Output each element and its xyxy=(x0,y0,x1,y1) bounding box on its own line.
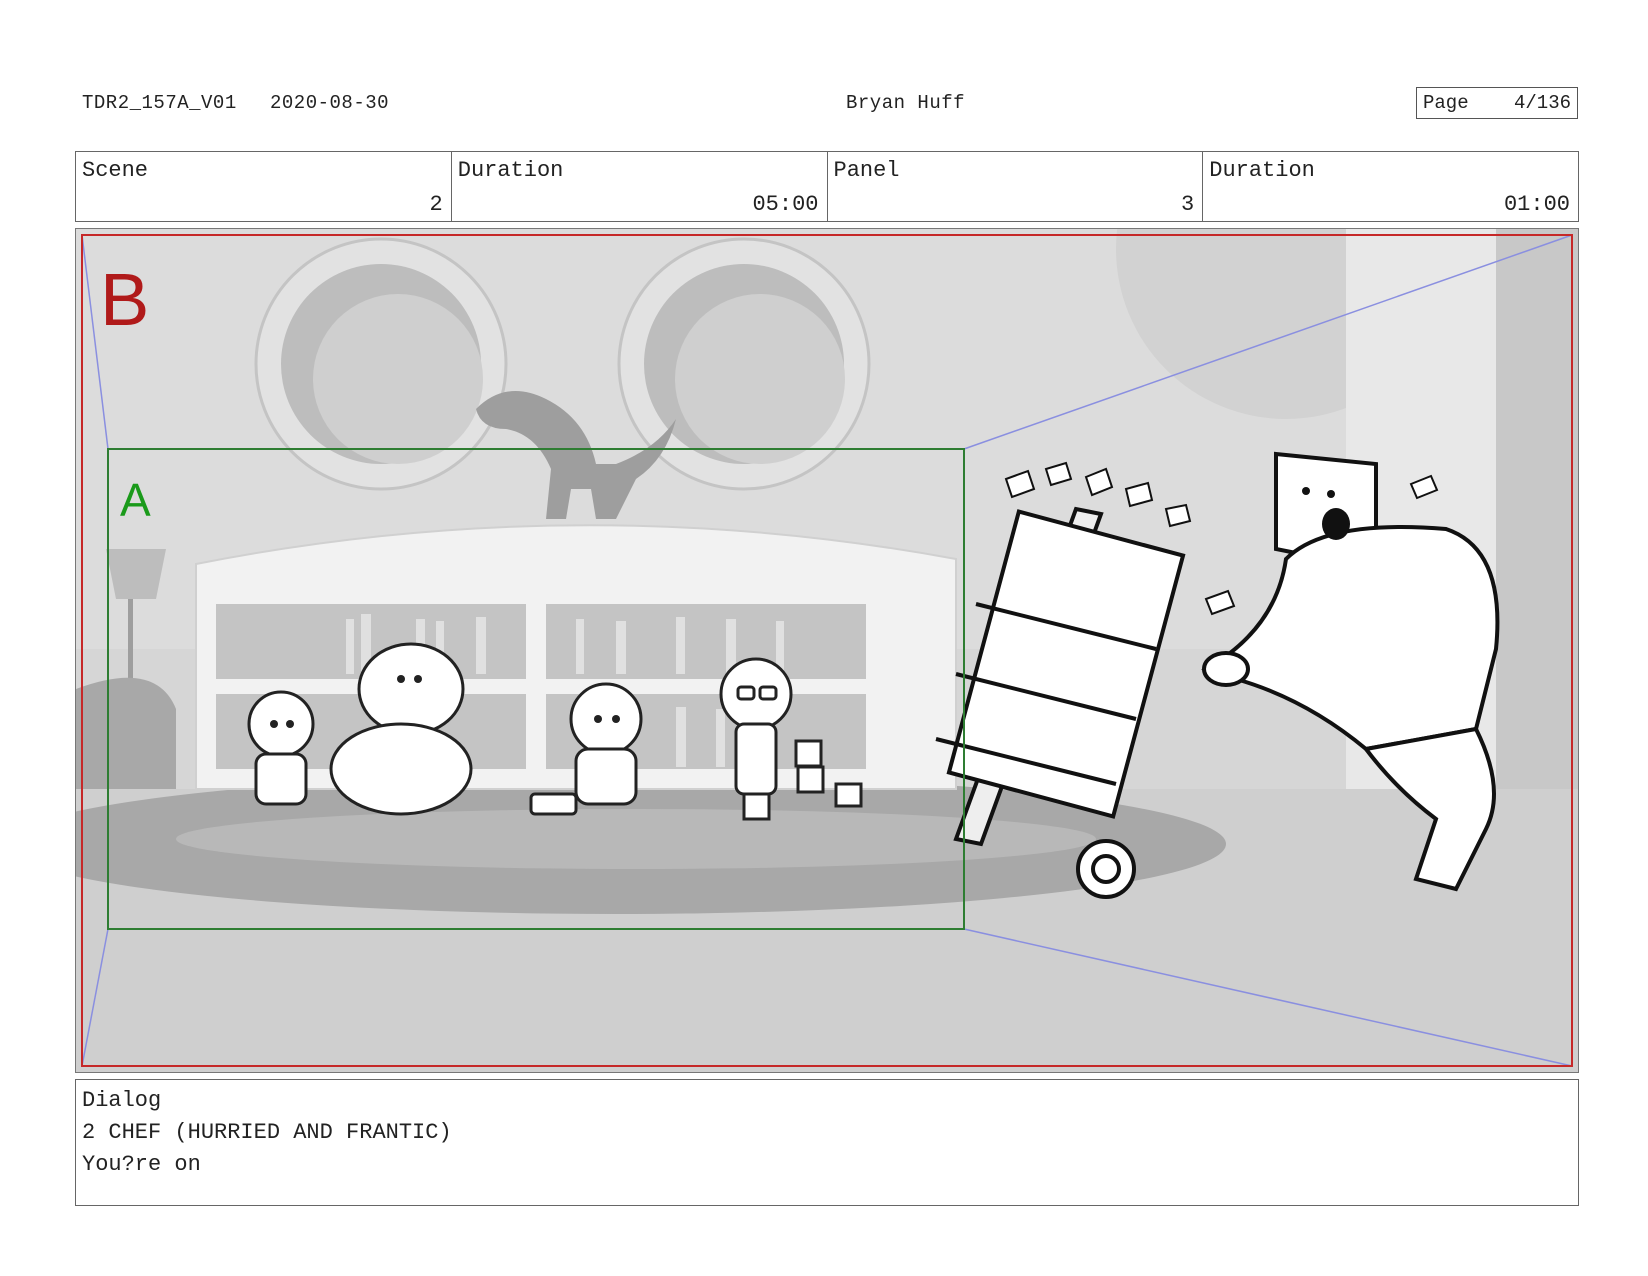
page-label: Page xyxy=(1423,92,1469,114)
scene-duration-value: 05:00 xyxy=(752,192,819,217)
dialog-label: Dialog xyxy=(82,1088,162,1113)
document-date: 2020-08-30 xyxy=(270,92,390,114)
document-id: TDR2_157A_V01 xyxy=(82,92,237,114)
dialog-line: You?re on xyxy=(82,1152,201,1177)
scene-value: 2 xyxy=(429,192,443,217)
panel-cell: Panel 3 xyxy=(828,152,1204,221)
dialog-box: Dialog 2 CHEF (HURRIED AND FRANTIC) You?… xyxy=(75,1079,1579,1206)
panel-label: Panel xyxy=(833,158,900,183)
panel-value: 3 xyxy=(1181,192,1195,217)
dialog-character: 2 CHEF (HURRIED AND FRANTIC) xyxy=(82,1120,452,1145)
panel-info-table: Scene 2 Duration 05:00 Panel 3 Duration … xyxy=(75,151,1579,222)
storyboard-panel: B A xyxy=(75,228,1579,1073)
panel-artwork xyxy=(76,229,1578,1072)
scene-label: Scene xyxy=(82,158,149,183)
panel-duration-value: 01:00 xyxy=(1503,192,1570,217)
scene-duration-cell: Duration 05:00 xyxy=(452,152,828,221)
page-indicator: Page 4/136 xyxy=(1416,87,1578,119)
frame-b-marker: B xyxy=(100,258,150,341)
scene-duration-label: Duration xyxy=(457,158,564,183)
page-number: 4/136 xyxy=(1513,92,1571,114)
scene-cell: Scene 2 xyxy=(76,152,452,221)
panel-duration-cell: Duration 01:00 xyxy=(1203,152,1578,221)
frame-a-marker: A xyxy=(120,474,151,526)
panel-duration-label: Duration xyxy=(1209,158,1315,183)
artist-name: Bryan Huff xyxy=(846,92,966,114)
